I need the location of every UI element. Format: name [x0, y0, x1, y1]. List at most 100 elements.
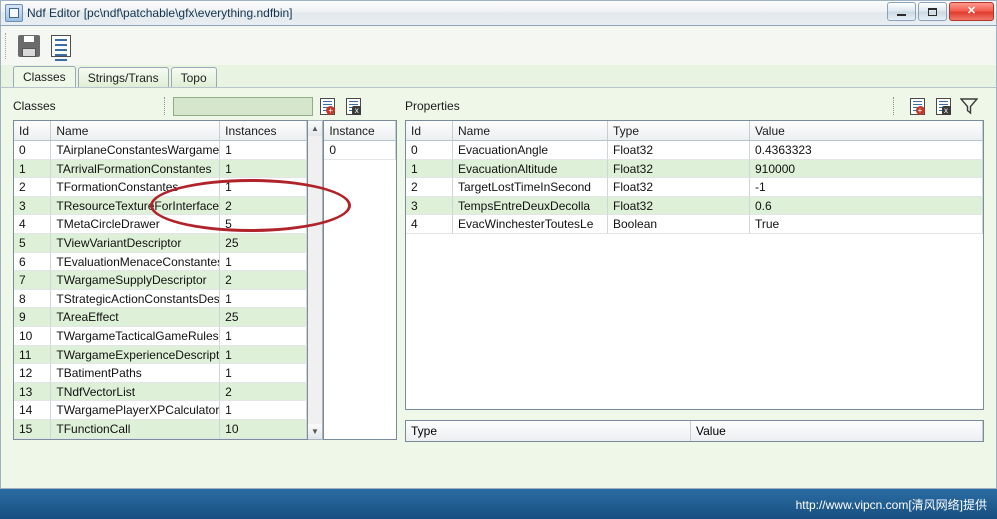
table-row[interactable]: 7 TWargameSupplyDescriptor 2: [14, 271, 307, 290]
doc-remove-icon: x: [346, 97, 362, 115]
properties-col-name: Name: [453, 121, 608, 140]
toolbar-grip[interactable]: [5, 32, 9, 59]
table-cell: TFunctionCall: [51, 419, 221, 439]
table-cell: TFormationConstantes: [51, 178, 221, 197]
table-row[interactable]: 0 EvacuationAngle Float32 0.4363323: [406, 141, 983, 160]
table-row[interactable]: 2 TargetLostTimeInSecond Float32 -1: [406, 178, 983, 197]
classes-table-body: 0 TAirplaneConstantesWargame 1 1 TArrivalFor…: [14, 141, 307, 439]
property-detail-bar[interactable]: Type Value: [405, 420, 984, 442]
search-grip[interactable]: [163, 97, 167, 115]
detail-col-type: Type: [406, 421, 691, 441]
table-cell: 1: [220, 401, 307, 420]
list-button[interactable]: [46, 31, 76, 61]
table-cell: TargetLostTimeInSecond: [453, 178, 608, 197]
table-cell: 2: [220, 271, 307, 290]
properties-tools: + x: [893, 95, 980, 117]
table-cell: 1: [220, 289, 307, 309]
maximize-icon: [928, 7, 937, 16]
table-row[interactable]: 1 TArrivalFormationConstantes 1: [14, 159, 307, 179]
table-cell: 4: [14, 215, 52, 234]
classes-pane: Classes + x Id Name Instances 0 TAirplan…: [1, 88, 397, 488]
table-row[interactable]: 1 EvacuationAltitude Float32 910000: [406, 159, 983, 179]
tab-classes[interactable]: Classes: [13, 66, 76, 87]
search-input[interactable]: [172, 96, 313, 116]
tab-strings-trans[interactable]: Strings/Trans: [77, 67, 169, 87]
table-row[interactable]: 2 TFormationConstantes 1: [14, 178, 307, 197]
table-cell: Float32: [608, 178, 750, 197]
classes-scrollbar[interactable]: ▲ ▼: [307, 120, 324, 440]
properties-col-value: Value: [750, 121, 983, 140]
remove-badge-icon: x: [352, 105, 362, 115]
table-cell: TArrivalFormationConstantes: [51, 159, 221, 179]
table-cell: -1: [750, 178, 983, 197]
save-icon: [18, 34, 40, 57]
doc-add-icon: +: [909, 97, 925, 115]
table-row[interactable]: 13 TNdfVectorList 2: [14, 382, 307, 402]
add-property-button[interactable]: +: [906, 95, 928, 117]
properties-table[interactable]: Id Name Type Value 0 EvacuationAngle Float…: [405, 120, 984, 410]
remove-property-button[interactable]: x: [932, 95, 954, 117]
scroll-down-icon[interactable]: ▼: [307, 424, 322, 439]
table-row[interactable]: 15 TFunctionCall 10: [14, 419, 307, 439]
table-row[interactable]: 14 TWargamePlayerXPCalculator 1: [14, 401, 307, 420]
table-cell: 1: [220, 159, 307, 179]
classes-table[interactable]: Id Name Instances 0 TAirplaneConstantesWa…: [13, 120, 308, 440]
filter-button[interactable]: [958, 95, 980, 117]
properties-table-body: 0 EvacuationAngle Float32 0.4363323 1 Evacuat…: [406, 141, 983, 409]
table-cell: 1: [220, 141, 307, 160]
table-row[interactable]: 3 TempsEntreDeuxDecolla Float32 0.6: [406, 196, 983, 216]
table-cell: TAirplaneConstantesWargame: [51, 141, 221, 160]
remove-class-button[interactable]: x: [343, 95, 365, 117]
table-row[interactable]: 6 TEvaluationMenaceConstantes 1: [14, 252, 307, 272]
table-cell: Float32: [608, 196, 750, 216]
table-cell: TBatimentPaths: [51, 364, 221, 383]
table-row[interactable]: 11 TWargameExperienceDescripto 1: [14, 345, 307, 365]
table-row[interactable]: 4 EvacWinchesterToutesLe Boolean True: [406, 215, 983, 234]
table-row[interactable]: 9 TAreaEffect 25: [14, 308, 307, 327]
table-cell: 11: [14, 345, 52, 365]
minimize-button[interactable]: [887, 2, 916, 21]
table-row[interactable]: 12 TBatimentPaths 1: [14, 364, 307, 383]
title-bar: Ndf Editor [pc\ndf\patchable\gfx\everyth…: [0, 0, 997, 26]
table-row[interactable]: 0 TAirplaneConstantesWargame 1: [14, 141, 307, 160]
save-button[interactable]: [14, 31, 44, 61]
classes-col-instances: Instances: [220, 121, 307, 140]
add-badge-icon: +: [326, 105, 336, 115]
instance-col-instance: Instance: [324, 121, 396, 140]
classes-pane-header: Classes + x: [13, 94, 397, 118]
maximize-button[interactable]: [918, 2, 947, 21]
table-row[interactable]: 8 TStrategicActionConstantsDes 1: [14, 289, 307, 309]
instance-table[interactable]: Instance 0: [323, 120, 397, 440]
table-row[interactable]: 4 TMetaCircleDrawer 5: [14, 215, 307, 234]
classes-search-area: + x: [163, 95, 365, 117]
table-cell: 2: [406, 178, 453, 197]
close-button[interactable]: ✕: [949, 2, 994, 21]
classes-col-id: Id: [14, 121, 52, 140]
table-cell: 2: [220, 382, 307, 402]
table-row[interactable]: 10 TWargameTacticalGameRules 1: [14, 326, 307, 346]
properties-table-header: Id Name Type Value: [406, 121, 983, 141]
classes-grids: Id Name Instances 0 TAirplaneConstantesWa…: [13, 120, 397, 440]
table-cell: TWargameSupplyDescriptor: [51, 271, 221, 290]
table-row[interactable]: 5 TViewVariantDescriptor 25: [14, 233, 307, 253]
tab-topo[interactable]: Topo: [170, 67, 217, 87]
table-row[interactable]: 3 TResourceTextureForInterface 2: [14, 196, 307, 216]
classes-col-name: Name: [51, 121, 221, 140]
add-class-button[interactable]: +: [317, 95, 339, 117]
table-cell: 13: [14, 382, 52, 402]
table-cell: 6: [14, 252, 52, 272]
scroll-up-icon[interactable]: ▲: [307, 121, 322, 136]
table-cell: 25: [220, 308, 307, 327]
table-cell: 8: [14, 289, 52, 309]
table-cell: TWargameTacticalGameRules: [51, 326, 221, 346]
table-cell: TWargameExperienceDescripto: [51, 345, 221, 365]
scroll-track[interactable]: [308, 136, 323, 424]
table-cell: 1: [220, 364, 307, 383]
table-cell: 0.6: [750, 196, 983, 216]
funnel-icon: [960, 98, 978, 115]
table-cell: 10: [220, 419, 307, 439]
instance-table-body: 0: [324, 141, 396, 439]
list-item[interactable]: 0: [324, 141, 396, 160]
properties-grip[interactable]: [893, 97, 896, 115]
close-icon: ✕: [966, 5, 977, 17]
